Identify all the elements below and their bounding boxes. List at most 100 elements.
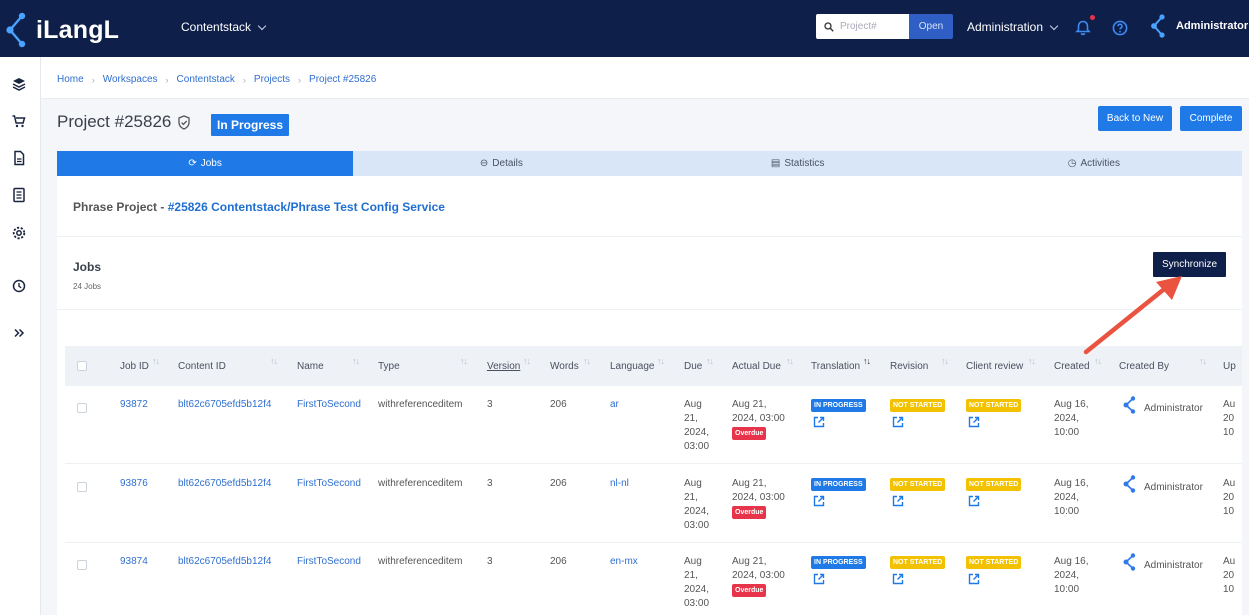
row-checkbox[interactable] <box>77 482 87 492</box>
logo[interactable]: iLangL <box>4 10 124 50</box>
document-list-icon[interactable] <box>11 187 27 203</box>
external-link-icon[interactable] <box>892 416 904 428</box>
notifications-button[interactable] <box>1074 15 1095 37</box>
tab-jobs-label: Jobs <box>200 158 222 169</box>
created-cell: Aug 16, 2024, 10:00 <box>1054 477 1088 519</box>
language-link[interactable]: nl-nl <box>610 477 629 491</box>
job-id-link[interactable]: 93876 <box>120 477 148 491</box>
open-button[interactable]: Open <box>909 14 953 39</box>
administration-menu[interactable]: Administration <box>967 20 1059 34</box>
workspace-switcher[interactable]: Contentstack <box>181 20 267 34</box>
chevron-down-icon <box>257 21 267 30</box>
column-header-words[interactable]: Words ↑↓ <box>550 346 591 386</box>
client-review-status-badge: NOT STARTED <box>966 399 1022 412</box>
language-link[interactable]: ar <box>610 398 619 412</box>
breadcrumb-workspaces[interactable]: Workspaces <box>103 74 158 85</box>
content-id-link[interactable]: blt62c6705efd5b12f4 <box>178 398 271 412</box>
created-line: 2024, <box>1054 570 1080 581</box>
column-header-version[interactable]: Version ↑↓ <box>487 346 531 386</box>
tab-details[interactable]: ⊖ Details <box>353 151 650 176</box>
job-id-link[interactable]: 93874 <box>120 555 148 569</box>
updated-line: Au <box>1223 556 1236 567</box>
column-header-translation[interactable]: Translation ↑↓ <box>811 346 871 386</box>
gear-icon[interactable] <box>11 225 27 241</box>
select-all-checkbox[interactable] <box>77 361 87 371</box>
row-checkbox[interactable] <box>77 560 87 570</box>
external-link-icon[interactable] <box>968 495 980 507</box>
column-label: Name <box>297 360 324 372</box>
content-id-link[interactable]: blt62c6705efd5b12f4 <box>178 555 271 569</box>
column-header-created-by[interactable]: Created By ↑↓ <box>1119 346 1207 386</box>
updated-line: 20 <box>1223 492 1235 503</box>
client-review-status-badge: NOT STARTED <box>966 556 1022 569</box>
synchronize-button[interactable]: Synchronize <box>1153 252 1226 277</box>
breadcrumb-contentstack[interactable]: Contentstack <box>177 74 235 85</box>
column-header-type[interactable]: Type ↑↓ <box>378 346 468 386</box>
breadcrumb-projects[interactable]: Projects <box>254 74 290 85</box>
column-label: Actual Due <box>732 360 781 372</box>
back-to-new-button[interactable]: Back to New <box>1098 106 1172 131</box>
due-line: Aug <box>684 478 702 489</box>
language-link[interactable]: en-mx <box>610 555 638 569</box>
due-line: 03:00 <box>684 598 710 609</box>
sort-icon: ↑↓ <box>152 356 160 366</box>
column-header-language[interactable]: Language ↑↓ <box>610 346 665 386</box>
external-link-icon[interactable] <box>813 495 825 507</box>
job-id-link[interactable]: 93872 <box>120 398 148 412</box>
help-button[interactable] <box>1111 19 1129 37</box>
translation-status-badge: IN PROGRESS <box>811 478 866 491</box>
name-link[interactable]: FirstToSecond <box>297 477 361 491</box>
created-cell: Aug 16, 2024, 10:00 <box>1054 555 1088 597</box>
phrase-project-line: Phrase Project - #25826 Contentstack/Phr… <box>73 200 445 214</box>
expand-sidebar-icon[interactable] <box>11 325 27 341</box>
revision-status-badge: NOT STARTED <box>890 478 946 491</box>
tab-statistics[interactable]: ▤ Statistics <box>649 151 946 176</box>
column-header-name[interactable]: Name ↑↓ <box>297 346 360 386</box>
column-header-job-id[interactable]: Job ID ↑↓ <box>120 346 160 386</box>
column-header-created[interactable]: Created ↑↓ <box>1054 346 1102 386</box>
name-link[interactable]: FirstToSecond <box>297 555 361 569</box>
divider <box>57 309 1242 310</box>
due-line: Aug <box>684 399 702 410</box>
overdue-badge: Overdue <box>732 427 767 440</box>
column-label: Language <box>610 360 655 372</box>
column-header-due[interactable]: Due ↑↓ <box>684 346 714 386</box>
created-by-cell: Administrator <box>1144 403 1203 414</box>
complete-button[interactable]: Complete <box>1180 106 1242 131</box>
external-link-icon[interactable] <box>968 573 980 585</box>
due-line: 2024, <box>684 427 710 438</box>
row-checkbox[interactable] <box>77 403 87 413</box>
name-link[interactable]: FirstToSecond <box>297 398 361 412</box>
column-header-revision[interactable]: Revision ↑↓ <box>890 346 949 386</box>
external-link-icon[interactable] <box>968 416 980 428</box>
chevron-down-icon <box>1049 21 1059 30</box>
words-cell: 206 <box>550 478 567 489</box>
external-link-icon[interactable] <box>892 495 904 507</box>
breadcrumb-current[interactable]: Project #25826 <box>309 74 376 85</box>
history-icon[interactable] <box>11 278 27 294</box>
breadcrumb-separator: › <box>242 74 246 85</box>
updated-line: Au <box>1223 478 1236 489</box>
column-header-updated[interactable]: Up <box>1223 346 1236 386</box>
tab-bar: ⟳ Jobs ⊖ Details ▤ Statistics ◷ Activiti… <box>57 151 1242 176</box>
actual-due-line: 2024, 03:00 <box>732 570 785 581</box>
external-link-icon[interactable] <box>813 416 825 428</box>
phrase-project-link[interactable]: #25826 Contentstack/Phrase Test Config S… <box>168 200 445 214</box>
file-icon[interactable] <box>11 150 27 166</box>
words-cell: 206 <box>550 399 567 410</box>
content-id-link[interactable]: blt62c6705efd5b12f4 <box>178 477 271 491</box>
external-link-icon[interactable] <box>813 573 825 585</box>
tab-jobs[interactable]: ⟳ Jobs <box>57 151 354 176</box>
created-line: 2024, <box>1054 492 1080 503</box>
breadcrumb-home[interactable]: Home <box>57 74 84 85</box>
column-header-client-review[interactable]: Client review ↑↓ <box>966 346 1036 386</box>
layers-icon[interactable] <box>11 76 27 92</box>
user-menu[interactable]: Administrator <box>1150 14 1248 38</box>
external-link-icon[interactable] <box>892 573 904 585</box>
column-header-content-id[interactable]: Content ID ↑↓ <box>178 346 278 386</box>
tab-activities[interactable]: ◷ Activities <box>945 151 1242 176</box>
search-input[interactable] <box>840 21 900 32</box>
due-line: 21, <box>684 570 698 581</box>
cart-icon[interactable] <box>11 113 27 129</box>
column-header-actual-due[interactable]: Actual Due ↑↓ <box>732 346 794 386</box>
